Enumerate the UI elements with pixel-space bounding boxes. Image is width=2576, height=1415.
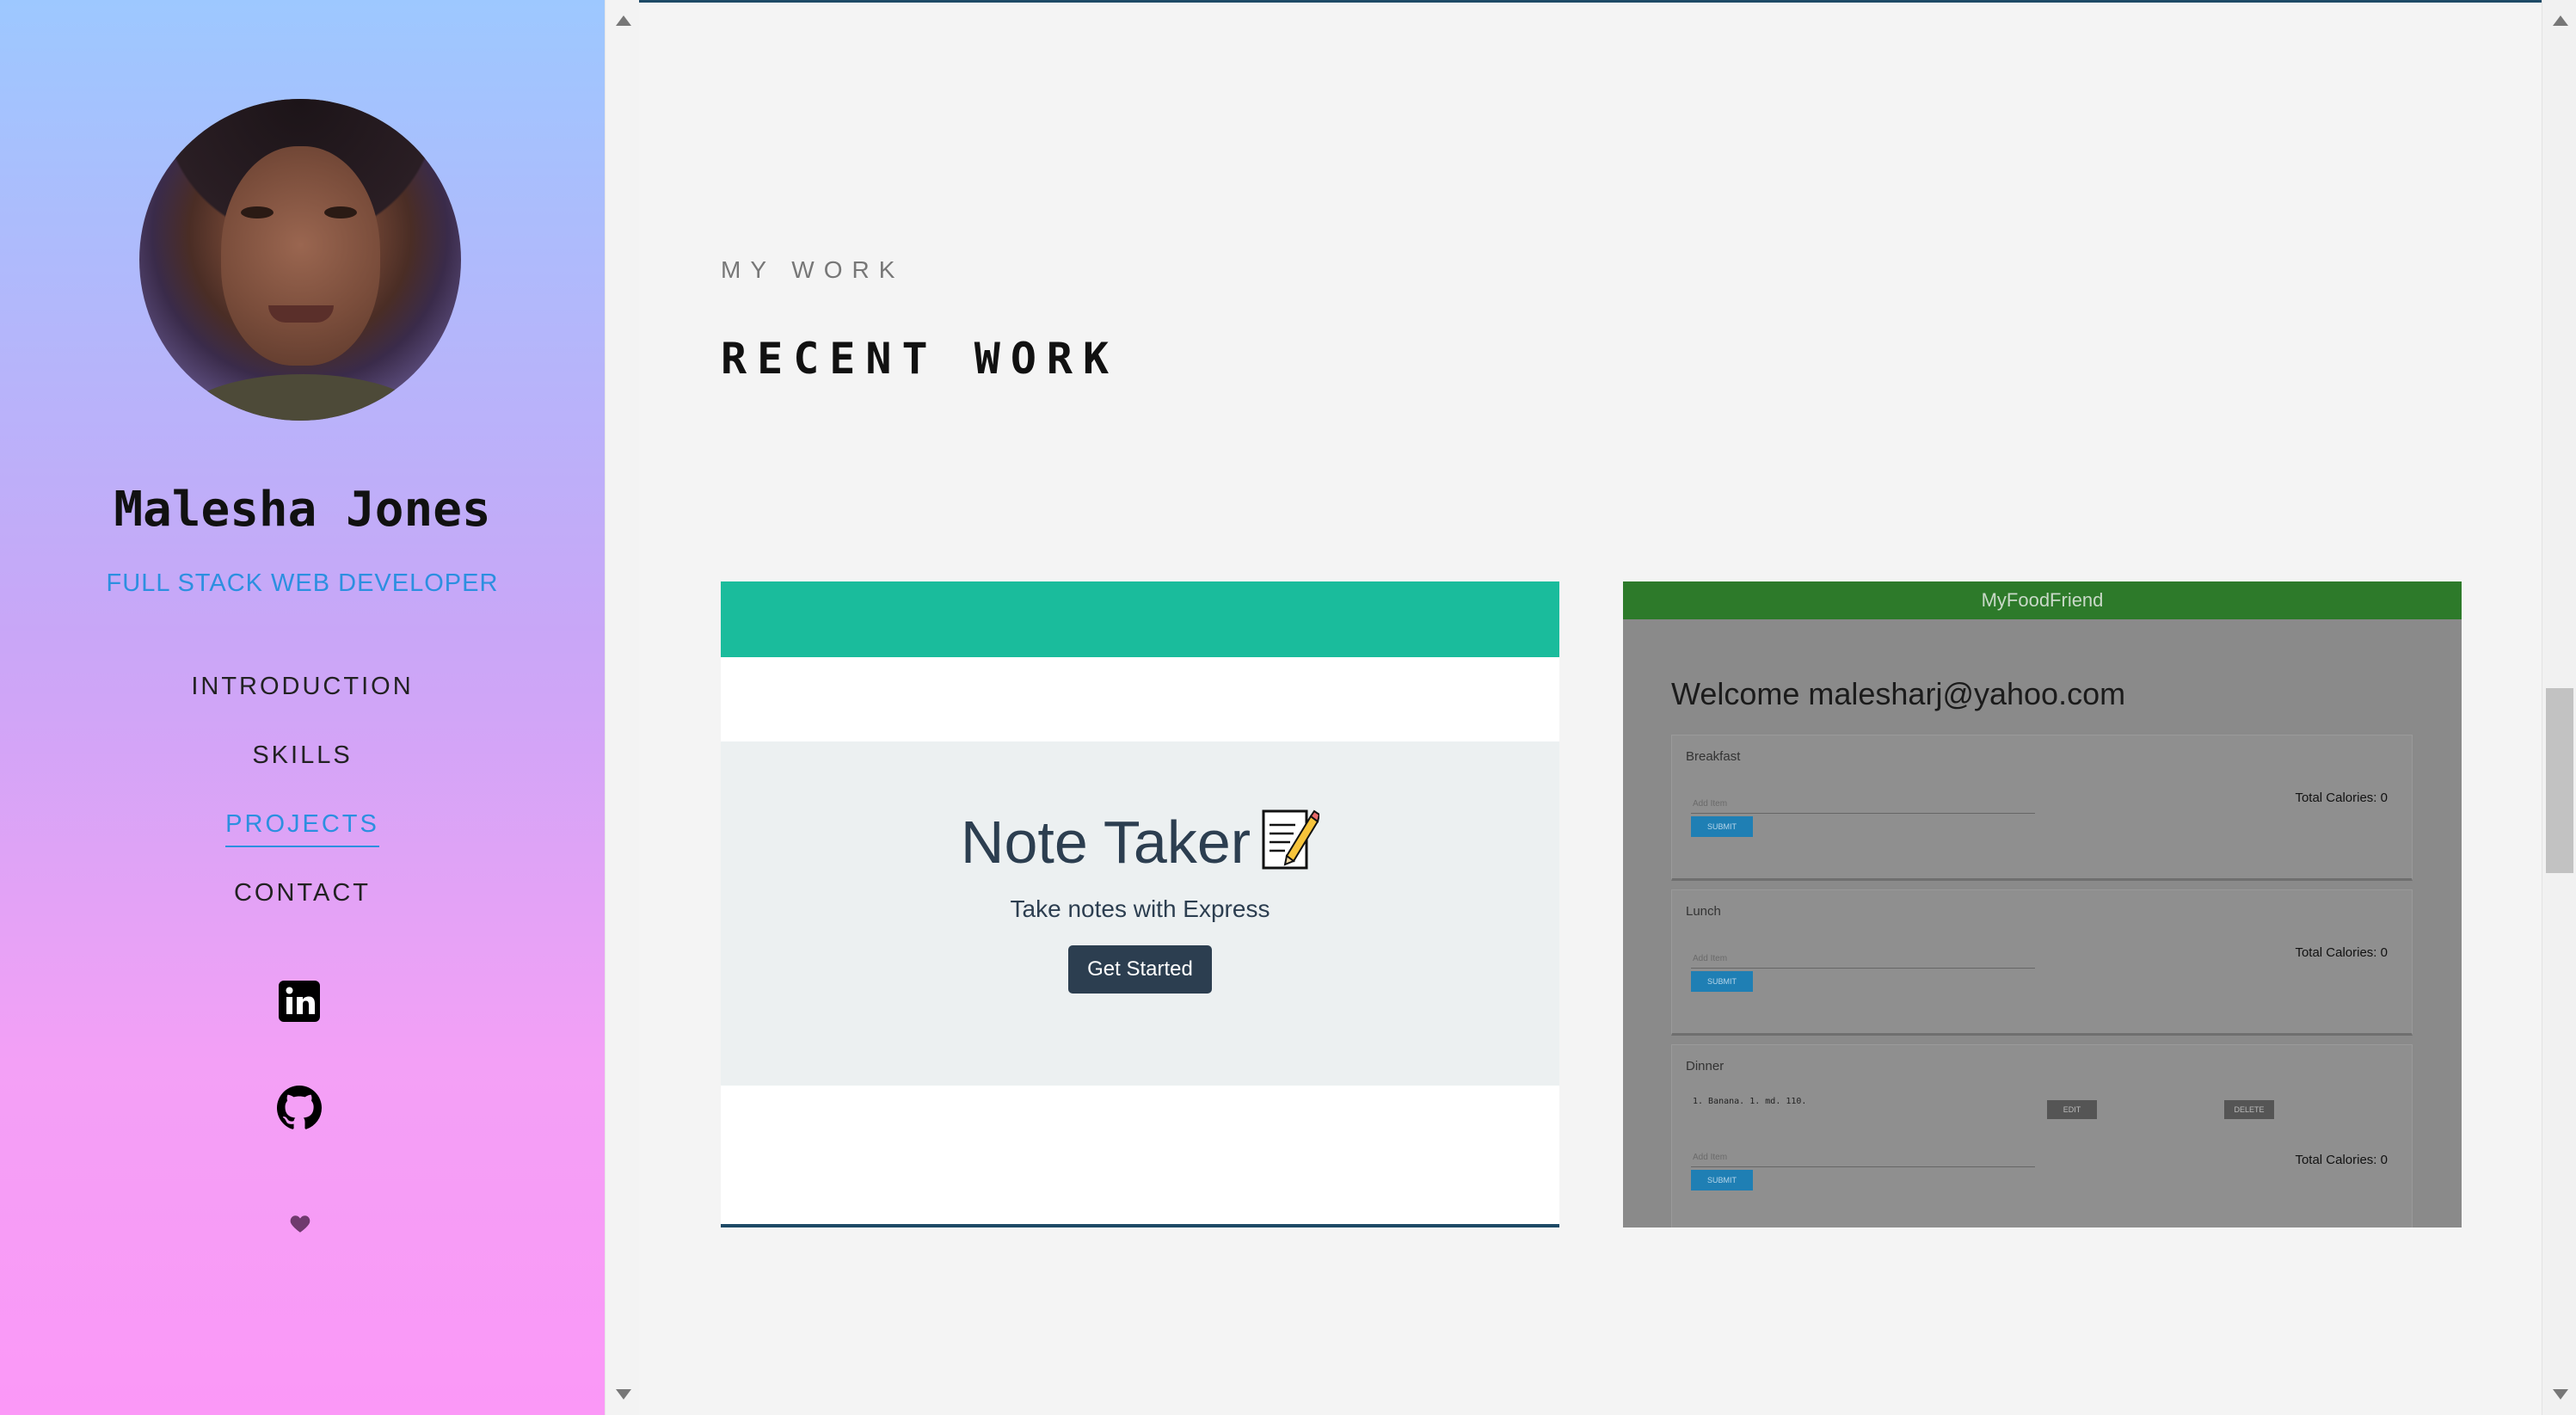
linkedin-icon[interactable]: [277, 979, 322, 1024]
sidebar: Malesha Jones FULL STACK WEB DEVELOPER I…: [0, 0, 605, 1415]
welcome-text: Welcome malesharj@yahoo.com: [1671, 676, 2126, 711]
add-item-input[interactable]: Add Item: [1693, 954, 1727, 963]
section-eyebrow: MY WORK: [721, 256, 905, 283]
project-card-myfoodfriend[interactable]: MyFoodFriend Welcome malesharj@yahoo.com…: [1623, 581, 2462, 1227]
memo-icon: [1261, 806, 1321, 871]
project-topbar: [721, 581, 1559, 657]
meal-title: Breakfast: [1686, 749, 1741, 764]
meal-card-lunch: Lunch Add Item SUBMIT Total Calories: 0: [1671, 889, 2413, 1036]
food-entry: 1. Banana. 1. md. 110.: [1693, 1097, 1807, 1106]
project-subtitle: Take notes with Express: [1010, 895, 1270, 922]
submit-button[interactable]: SUBMIT: [1691, 1170, 1753, 1190]
nav-item-contact[interactable]: CONTACT: [0, 873, 605, 942]
edit-button[interactable]: EDIT: [2047, 1100, 2097, 1119]
nav-item-skills[interactable]: SKILLS: [0, 735, 605, 804]
scroll-down-icon[interactable]: [616, 1389, 631, 1400]
nav-item-projects[interactable]: PROJECTS: [0, 804, 605, 873]
sidebar-nav: INTRODUCTION SKILLS PROJECTS CONTACT: [0, 667, 605, 942]
project-heading: Note Taker: [721, 806, 1559, 877]
section-title: RECENT WORK: [721, 334, 1120, 384]
meal-title: Dinner: [1686, 1059, 1725, 1074]
meal-title: Lunch: [1686, 904, 1721, 919]
nav-item-introduction[interactable]: INTRODUCTION: [0, 667, 605, 735]
heart-icon: [289, 1213, 311, 1235]
total-calories: Total Calories: 0: [2295, 945, 2388, 960]
add-item-input[interactable]: Add Item: [1693, 1153, 1727, 1162]
scrollbar-thumb[interactable]: [2546, 688, 2573, 873]
submit-button[interactable]: SUBMIT: [1691, 971, 1753, 992]
add-item-input[interactable]: Add Item: [1693, 799, 1727, 809]
profile-role: FULL STACK WEB DEVELOPER: [106, 569, 499, 597]
get-started-button[interactable]: Get Started: [1068, 945, 1212, 994]
delete-button[interactable]: DELETE: [2224, 1100, 2274, 1119]
scroll-up-icon[interactable]: [616, 15, 631, 26]
avatar: [139, 99, 461, 421]
total-calories: Total Calories: 0: [2295, 1153, 2388, 1167]
scroll-up-icon[interactable]: [2553, 15, 2568, 26]
meal-card-dinner: Dinner 1. Banana. 1. md. 110. EDIT DELET…: [1671, 1044, 2413, 1227]
main-content: MY WORK RECENT WORK Note Taker Take note…: [639, 0, 2542, 1415]
project-card-note-taker[interactable]: Note Taker Take notes with Express Get S…: [721, 581, 1559, 1227]
sidebar-scrollbar[interactable]: [605, 0, 639, 1415]
github-icon[interactable]: [277, 1086, 322, 1130]
app-title: MyFoodFriend: [1623, 581, 2462, 619]
profile-name: Malesha Jones: [114, 482, 491, 538]
project-jumbotron: Note Taker Take notes with Express Get S…: [721, 741, 1559, 1086]
page-scrollbar[interactable]: [2542, 0, 2576, 1415]
scroll-down-icon[interactable]: [2553, 1389, 2568, 1400]
submit-button[interactable]: SUBMIT: [1691, 816, 1753, 837]
total-calories: Total Calories: 0: [2295, 791, 2388, 805]
meal-card-breakfast: Breakfast Add Item SUBMIT Total Calories…: [1671, 735, 2413, 881]
